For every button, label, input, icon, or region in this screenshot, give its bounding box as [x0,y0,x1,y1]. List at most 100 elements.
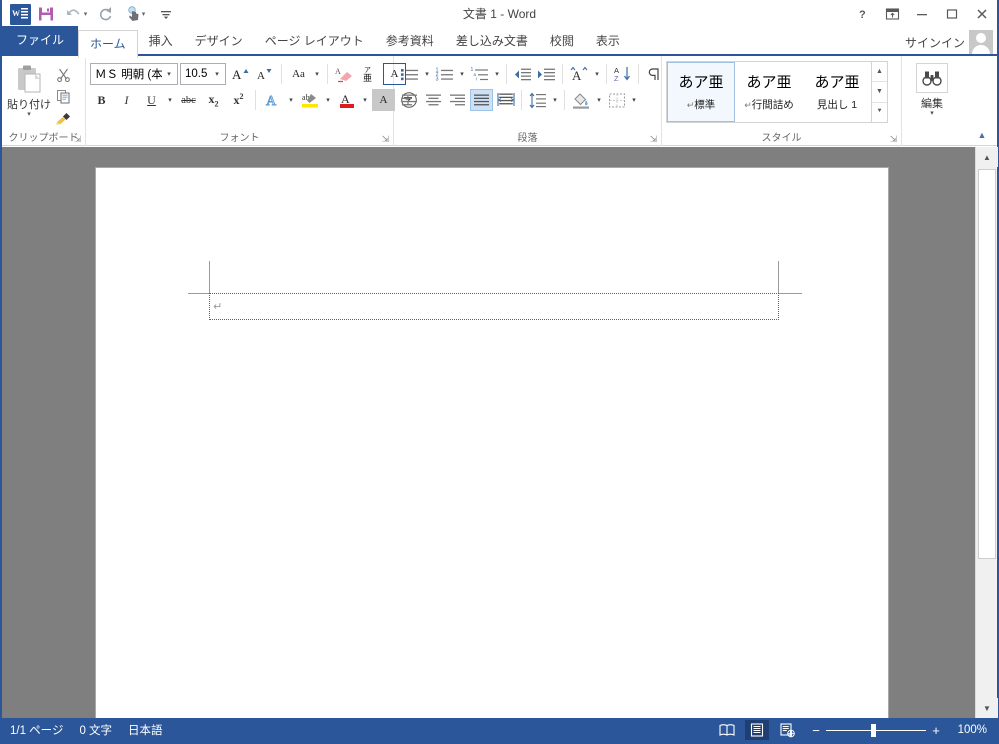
clear-formatting-button[interactable]: A [333,63,356,85]
copy-button[interactable] [52,86,74,106]
tab-design[interactable]: デザイン [184,28,254,54]
zoom-track[interactable] [826,723,926,737]
numbering-button[interactable]: 1 2 3 [433,63,456,85]
chevron-down-icon[interactable]: ▾ [629,96,639,104]
clipboard-dialog-launcher[interactable]: ⇲ [72,134,83,145]
tab-page-layout[interactable]: ページ レイアウト [254,28,375,54]
chevron-down-icon[interactable]: ▾ [422,70,432,78]
chevron-down-icon[interactable]: ▾ [457,70,467,78]
grow-font-button[interactable]: A [228,63,251,85]
font-name-combo[interactable]: ＭＳ 明朝 (本 ▾ [90,63,178,85]
align-right-button[interactable] [446,89,469,111]
chevron-down-icon[interactable]: ▾ [360,96,370,104]
style-gallery-scroll[interactable]: ▲ ▼ ⯆ [871,62,887,122]
scroll-down-button[interactable]: ▼ [976,698,998,718]
zoom-slider[interactable]: − + [811,723,941,738]
style-scroll-up-button[interactable]: ▲ [872,62,887,83]
save-icon[interactable] [34,3,58,25]
style-item-no-spacing[interactable]: あア亜 ↵行間詰め [735,62,803,122]
underline-button[interactable]: U [140,89,163,111]
document-page[interactable]: ↵ [95,167,889,718]
tab-references[interactable]: 参考資料 [375,28,445,54]
scroll-up-button[interactable]: ▲ [976,147,998,167]
justify-button[interactable] [470,89,493,111]
paste-button[interactable]: 貼り付け ▾ [6,61,52,118]
change-case-button[interactable]: Aa [287,63,310,85]
read-mode-button[interactable] [715,720,739,740]
distribute-button[interactable] [494,89,517,111]
editing-button[interactable]: 編集 ▾ [906,59,958,117]
chevron-down-icon[interactable]: ▾ [594,96,604,104]
font-dialog-launcher[interactable]: ⇲ [380,134,391,145]
tab-file[interactable]: ファイル [2,26,79,54]
collapse-ribbon-button[interactable]: ▲ [973,127,991,143]
style-scroll-down-button[interactable]: ▼ [872,82,887,103]
zoom-thumb[interactable] [871,723,876,737]
chevron-down-icon[interactable]: ▾ [323,96,333,104]
font-size-combo[interactable]: 10.5 ▾ [180,63,226,85]
increase-indent-button[interactable] [535,63,558,85]
align-center-button[interactable] [422,89,445,111]
ribbon-display-options-button[interactable] [877,0,907,28]
style-gallery-more-button[interactable]: ⯆ [872,103,887,122]
style-gallery[interactable]: あア亜 ↵標準 あア亜 ↵行間詰め あア亜 見出し 1 ▲ ▼ ⯆ [666,61,888,123]
font-color-button[interactable]: A [335,89,358,111]
shrink-font-button[interactable]: A [253,63,276,85]
character-shading-button[interactable]: A [372,89,395,111]
chevron-down-icon[interactable]: ▾ [210,70,224,78]
text-boundary[interactable]: ↵ [209,293,779,320]
text-effects-button[interactable]: A [261,89,284,111]
sort-button[interactable]: A Z [611,63,634,85]
close-button[interactable] [967,0,997,28]
tab-insert[interactable]: 挿入 [138,28,184,54]
tab-mailings[interactable]: 差し込み文書 [445,28,539,54]
phonetic-guide-button[interactable]: ア 亜 [358,63,381,85]
chevron-down-icon[interactable]: ▾ [286,96,296,104]
line-spacing-button[interactable] [526,89,549,111]
signin-label[interactable]: サインイン [905,34,965,51]
vertical-scrollbar[interactable]: ▲ ▼ [975,147,998,718]
shading-button[interactable] [569,89,593,111]
subscript-button[interactable]: x2 [202,89,225,111]
chevron-down-icon[interactable]: ▾ [550,96,560,104]
web-layout-button[interactable] [775,720,799,740]
style-item-heading-1[interactable]: あア亜 見出し 1 [803,62,871,122]
align-left-button[interactable] [398,89,421,111]
customize-qat-icon[interactable] [154,3,178,25]
chevron-down-icon[interactable]: ▾ [162,70,176,78]
tab-view[interactable]: 表示 [585,28,631,54]
avatar[interactable] [969,30,993,54]
print-layout-button[interactable] [745,720,769,740]
paste-dropdown-caret[interactable]: ▾ [27,111,31,118]
word-logo-icon[interactable]: W [8,3,32,25]
minimize-button[interactable] [907,0,937,28]
zoom-level[interactable]: 100% [953,724,987,736]
format-painter-button[interactable] [52,108,74,128]
maximize-button[interactable] [937,0,967,28]
chevron-down-icon[interactable]: ▾ [165,96,175,104]
undo-icon[interactable]: ▾ [60,3,92,25]
tab-home[interactable]: ホーム [78,30,138,58]
cut-button[interactable] [52,64,74,84]
chevron-down-icon[interactable]: ▾ [312,70,322,78]
paragraph-dialog-launcher[interactable]: ⇲ [648,134,659,145]
status-page-count[interactable]: 1/1 ページ [10,722,63,738]
asian-layout-button[interactable]: A [567,63,591,85]
chevron-down-icon[interactable]: ▾ [492,70,502,78]
styles-dialog-launcher[interactable]: ⇲ [888,134,899,145]
decrease-indent-button[interactable] [511,63,534,85]
zoom-in-button[interactable]: + [931,723,941,738]
scrollbar-thumb[interactable] [978,169,996,559]
editing-dropdown-caret[interactable]: ▾ [930,110,934,117]
redo-icon[interactable] [94,3,118,25]
status-word-count[interactable]: 0 文字 [79,722,112,738]
zoom-out-button[interactable]: − [811,723,821,738]
help-button[interactable]: ? [847,0,877,28]
borders-button[interactable] [605,89,628,111]
strikethrough-button[interactable]: abc [177,89,200,111]
italic-button[interactable]: I [115,89,138,111]
superscript-button[interactable]: x2 [227,89,250,111]
highlight-color-button[interactable]: ab [298,89,321,111]
bullets-button[interactable] [398,63,421,85]
bold-button[interactable]: B [90,89,113,111]
